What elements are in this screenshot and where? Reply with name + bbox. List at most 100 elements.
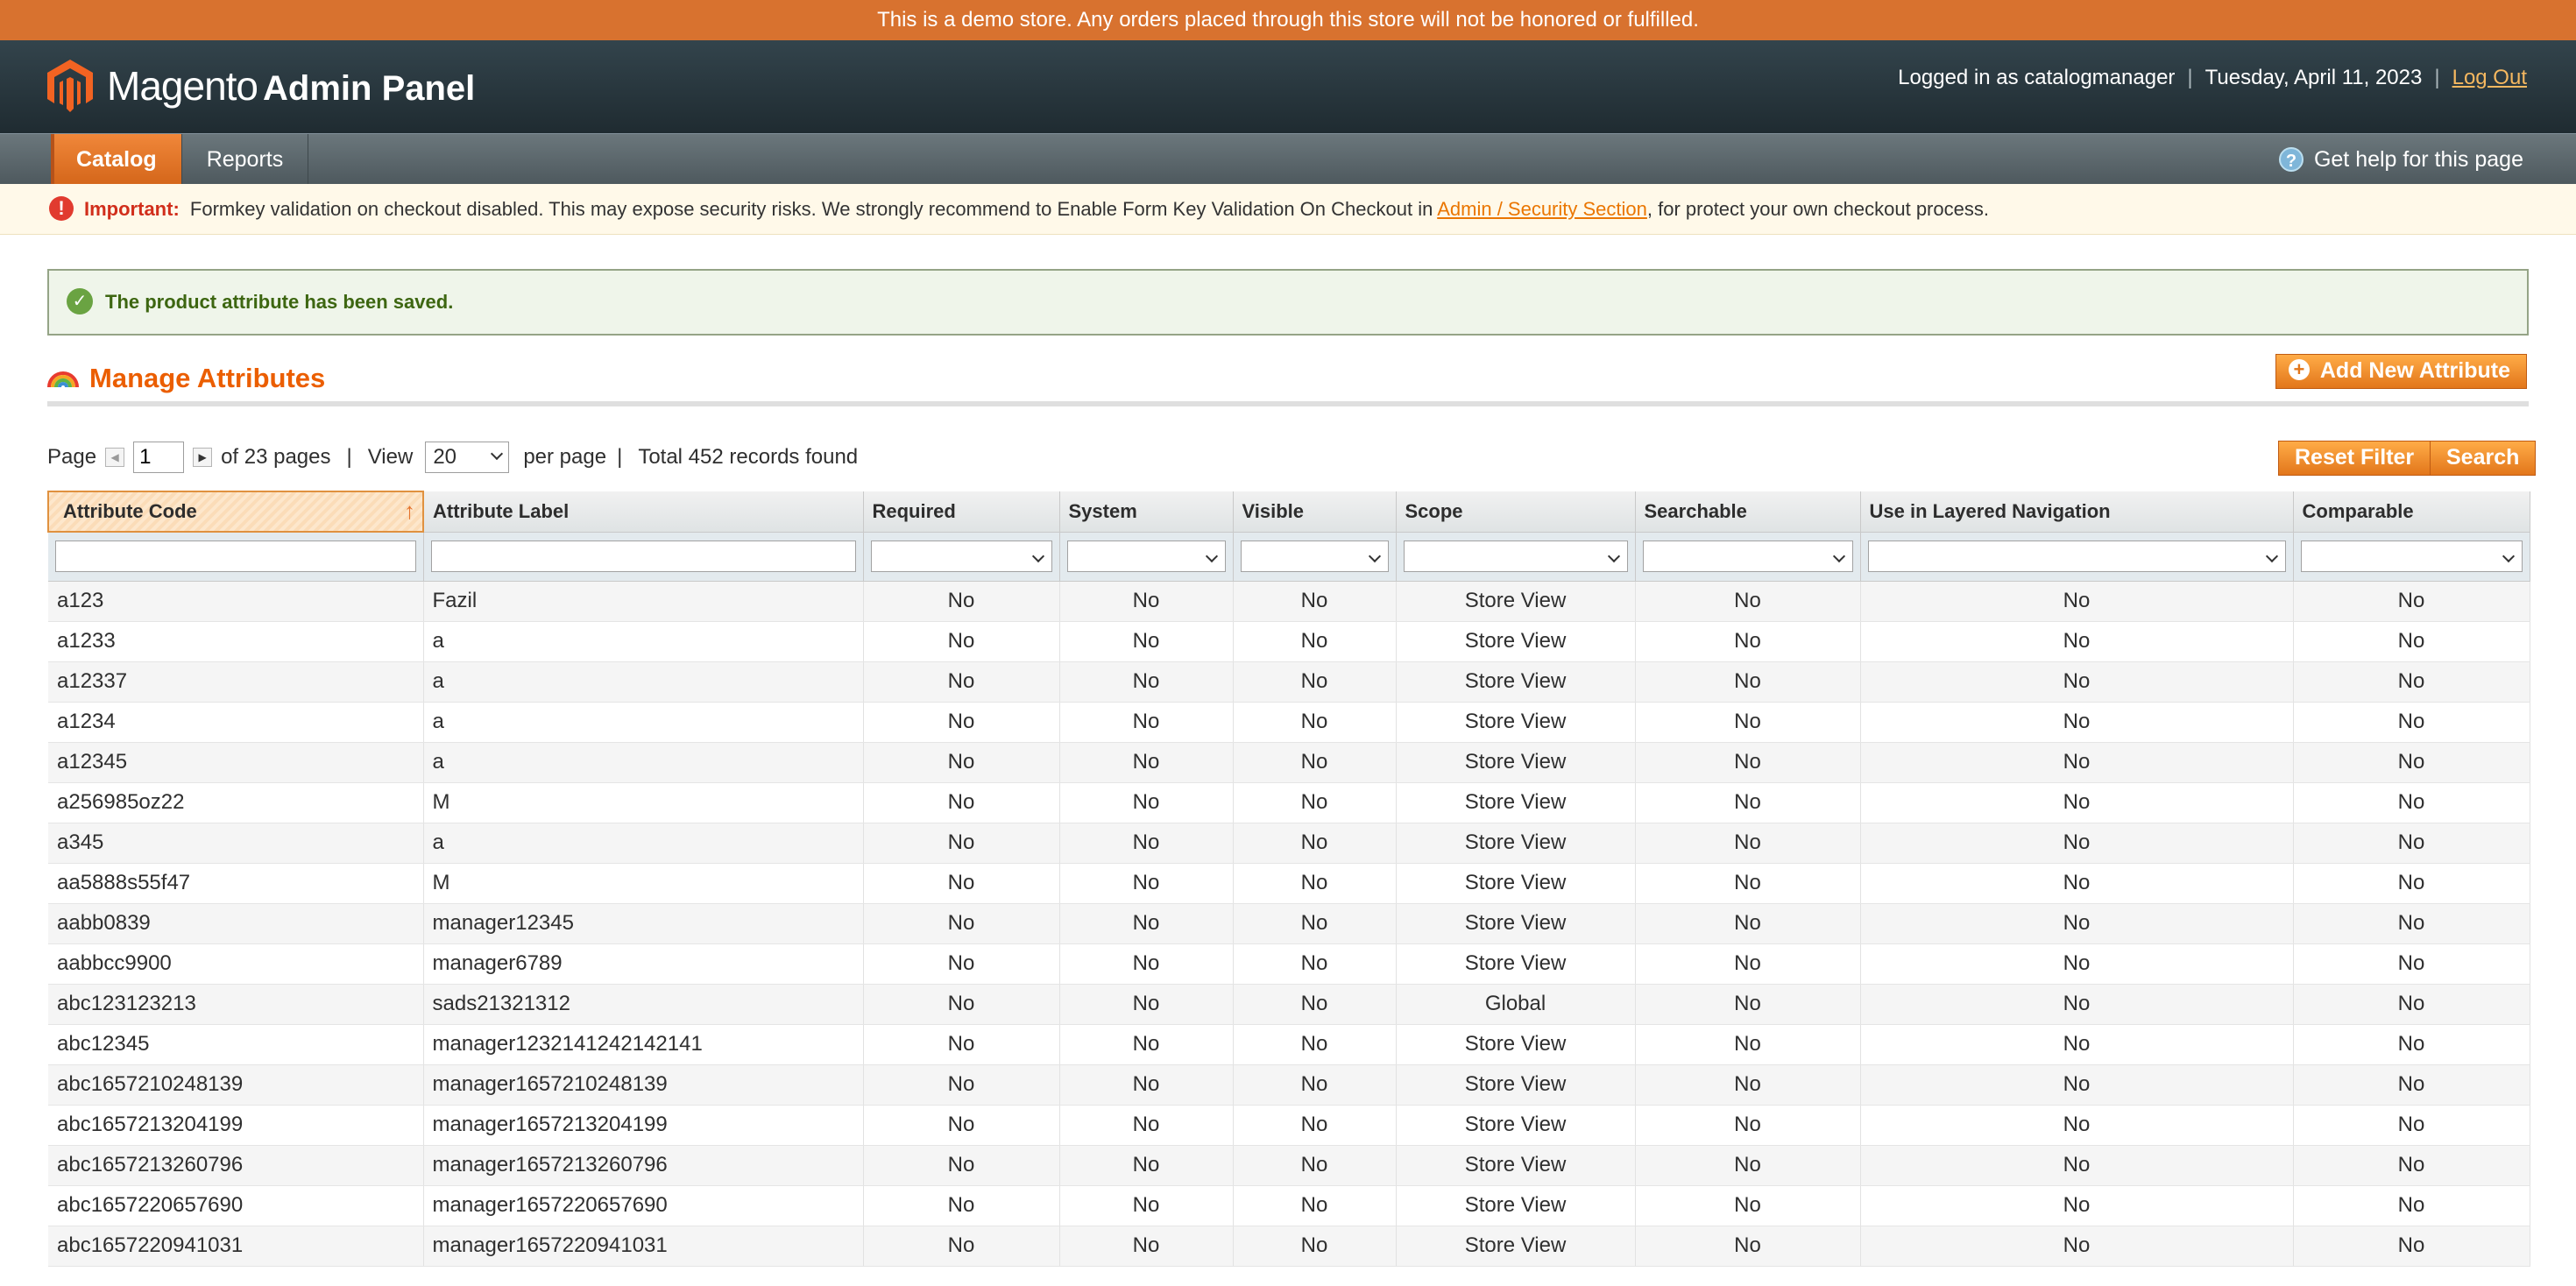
column-header-scope[interactable]: Scope [1396, 491, 1636, 533]
help-link[interactable]: ? Get help for this page [2278, 134, 2523, 185]
grid-header-row: Attribute Code ↑ Attribute Label Required… [47, 491, 2530, 533]
table-cell: No [1059, 823, 1234, 864]
table-cell: No [1059, 661, 1234, 703]
logout-link[interactable]: Log Out [2452, 66, 2527, 89]
page-number-input[interactable] [133, 442, 185, 473]
table-cell: No [1860, 943, 2294, 985]
table-cell: No [1059, 863, 1234, 904]
column-header-layered-navigation[interactable]: Use in Layered Navigation [1860, 491, 2294, 533]
table-row[interactable]: a256985oz22 M No No No Store View No No No [48, 782, 2530, 823]
filter-layered-navigation-select[interactable] [1867, 541, 2286, 572]
search-button[interactable]: Search [2430, 441, 2537, 476]
filter-required-select[interactable] [870, 541, 1052, 572]
table-cell: No [1233, 1226, 1397, 1267]
table-row[interactable]: abc12345 manager1232141242142141 No No No Sto… [48, 1024, 2530, 1065]
table-cell: No [863, 1145, 1060, 1186]
warning-icon: ! [49, 196, 74, 222]
nav-item-reports[interactable]: Reports [182, 134, 309, 185]
filter-searchable-select[interactable] [1642, 541, 1853, 572]
security-warning: ! Important: Formkey validation on checko… [0, 184, 2576, 235]
filter-attribute-code-input[interactable] [55, 541, 416, 573]
table-cell: a1233 [48, 621, 424, 662]
table-cell: No [1233, 1024, 1397, 1065]
table-cell: No [2293, 661, 2530, 703]
table-row[interactable]: aa5888s55f47 M No No No Store View No No No [48, 863, 2530, 904]
nav-item-catalog[interactable]: Catalog [51, 134, 182, 185]
table-row[interactable]: abc1657220657690 manager1657220657690 No No… [48, 1185, 2530, 1226]
column-header-system[interactable]: System [1059, 491, 1234, 533]
table-row[interactable]: a345 a No No No Store View No No No [48, 823, 2530, 864]
magento-logo-icon [47, 60, 93, 112]
table-row[interactable]: a12345 a No No No Store View No No No [48, 742, 2530, 783]
page-header: Manage Attributes + Add New Attribute [47, 354, 2529, 406]
table-row[interactable]: abc1657213204199 manager1657213204199 No No… [48, 1105, 2530, 1146]
filter-visible-select[interactable] [1240, 541, 1389, 572]
column-header-comparable[interactable]: Comparable [2293, 491, 2530, 533]
filter-attribute-label-input[interactable] [430, 541, 856, 572]
table-row[interactable]: abc123123213 sads21321312 No No No Global No No… [48, 984, 2530, 1025]
table-cell: a [423, 621, 864, 662]
per-page-select[interactable]: 20 [425, 442, 510, 473]
table-cell: No [863, 621, 1060, 662]
table-row[interactable]: abc1657220941031 manager1657220941031 No No… [48, 1226, 2530, 1267]
table-cell: No [1059, 1145, 1234, 1186]
table-cell: No [863, 581, 1060, 622]
table-cell: No [1233, 1185, 1397, 1226]
table-cell: abc1657210248139 [48, 1064, 424, 1106]
table-cell: No [863, 863, 1060, 904]
column-header-attribute-label[interactable]: Attribute Label [423, 491, 864, 533]
column-header-label: Attribute Code [63, 500, 197, 522]
table-cell: No [2293, 943, 2530, 985]
logo-sub: Admin Panel [263, 69, 476, 108]
of-pages-text: of 23 pages [221, 445, 331, 469]
table-row[interactable]: a12337 a No No No Store View No No No [48, 661, 2530, 703]
demo-store-notice: This is a demo store. Any orders placed … [0, 0, 2576, 40]
previous-page-icon[interactable]: ◀ [105, 448, 125, 467]
add-new-attribute-button[interactable]: + Add New Attribute [2275, 354, 2527, 389]
column-header-attribute-code[interactable]: Attribute Code ↑ [47, 491, 424, 533]
table-cell: Store View [1396, 1185, 1636, 1226]
table-row[interactable]: a1234 a No No No Store View No No No [48, 702, 2530, 743]
reset-filter-button[interactable]: Reset Filter [2278, 441, 2431, 476]
table-row[interactable]: aabb0839 manager12345 No No No Store View No No… [48, 903, 2530, 944]
table-cell: No [1860, 621, 2294, 662]
table-cell: No [1233, 661, 1397, 703]
success-message: ✓ The product attribute has been saved. [47, 269, 2529, 336]
table-cell: No [2293, 1226, 2530, 1267]
attributes-grid: Attribute Code ↑ Attribute Label Required… [47, 491, 2530, 1267]
table-cell: No [863, 943, 1060, 985]
table-cell: No [1860, 581, 2294, 622]
table-cell: No [1059, 1185, 1234, 1226]
filter-comparable-select[interactable] [2300, 541, 2523, 572]
security-section-link[interactable]: Admin / Security Section [1437, 198, 1647, 220]
table-cell: No [1635, 863, 1861, 904]
table-cell: manager1657210248139 [423, 1064, 864, 1106]
column-header-required[interactable]: Required [863, 491, 1060, 533]
filter-system-select[interactable] [1066, 541, 1226, 572]
column-header-searchable[interactable]: Searchable [1635, 491, 1861, 533]
table-row[interactable]: a123 Fazil No No No Store View No No No [48, 581, 2530, 622]
table-cell: No [1059, 1024, 1234, 1065]
table-cell: No [863, 782, 1060, 823]
table-cell: No [1860, 702, 2294, 743]
table-cell: manager1657220941031 [423, 1226, 864, 1267]
column-header-visible[interactable]: Visible [1233, 491, 1397, 533]
table-cell: No [1233, 782, 1397, 823]
chevron-down-icon [1031, 549, 1044, 563]
table-cell: No [1059, 903, 1234, 944]
table-cell: No [1635, 661, 1861, 703]
filter-scope-select[interactable] [1403, 541, 1628, 572]
table-row[interactable]: abc1657213260796 manager1657213260796 No No… [48, 1145, 2530, 1186]
next-page-icon[interactable]: ▶ [193, 448, 213, 467]
success-text: The product attribute has been saved. [105, 291, 454, 313]
chevron-down-icon [491, 447, 504, 461]
per-page-label: per page [523, 445, 607, 469]
table-row[interactable]: aabbcc9900 manager6789 No No No Store View No N… [48, 943, 2530, 985]
table-row[interactable]: abc1657210248139 manager1657210248139 No No… [48, 1064, 2530, 1106]
table-cell: No [863, 823, 1060, 864]
grid-body: a123 Fazil No No No Store View No No No a1233 a No N… [48, 581, 2530, 1267]
table-cell: M [423, 863, 864, 904]
table-cell: No [863, 1185, 1060, 1226]
table-cell: No [863, 1064, 1060, 1106]
table-row[interactable]: a1233 a No No No Store View No No No [48, 621, 2530, 662]
